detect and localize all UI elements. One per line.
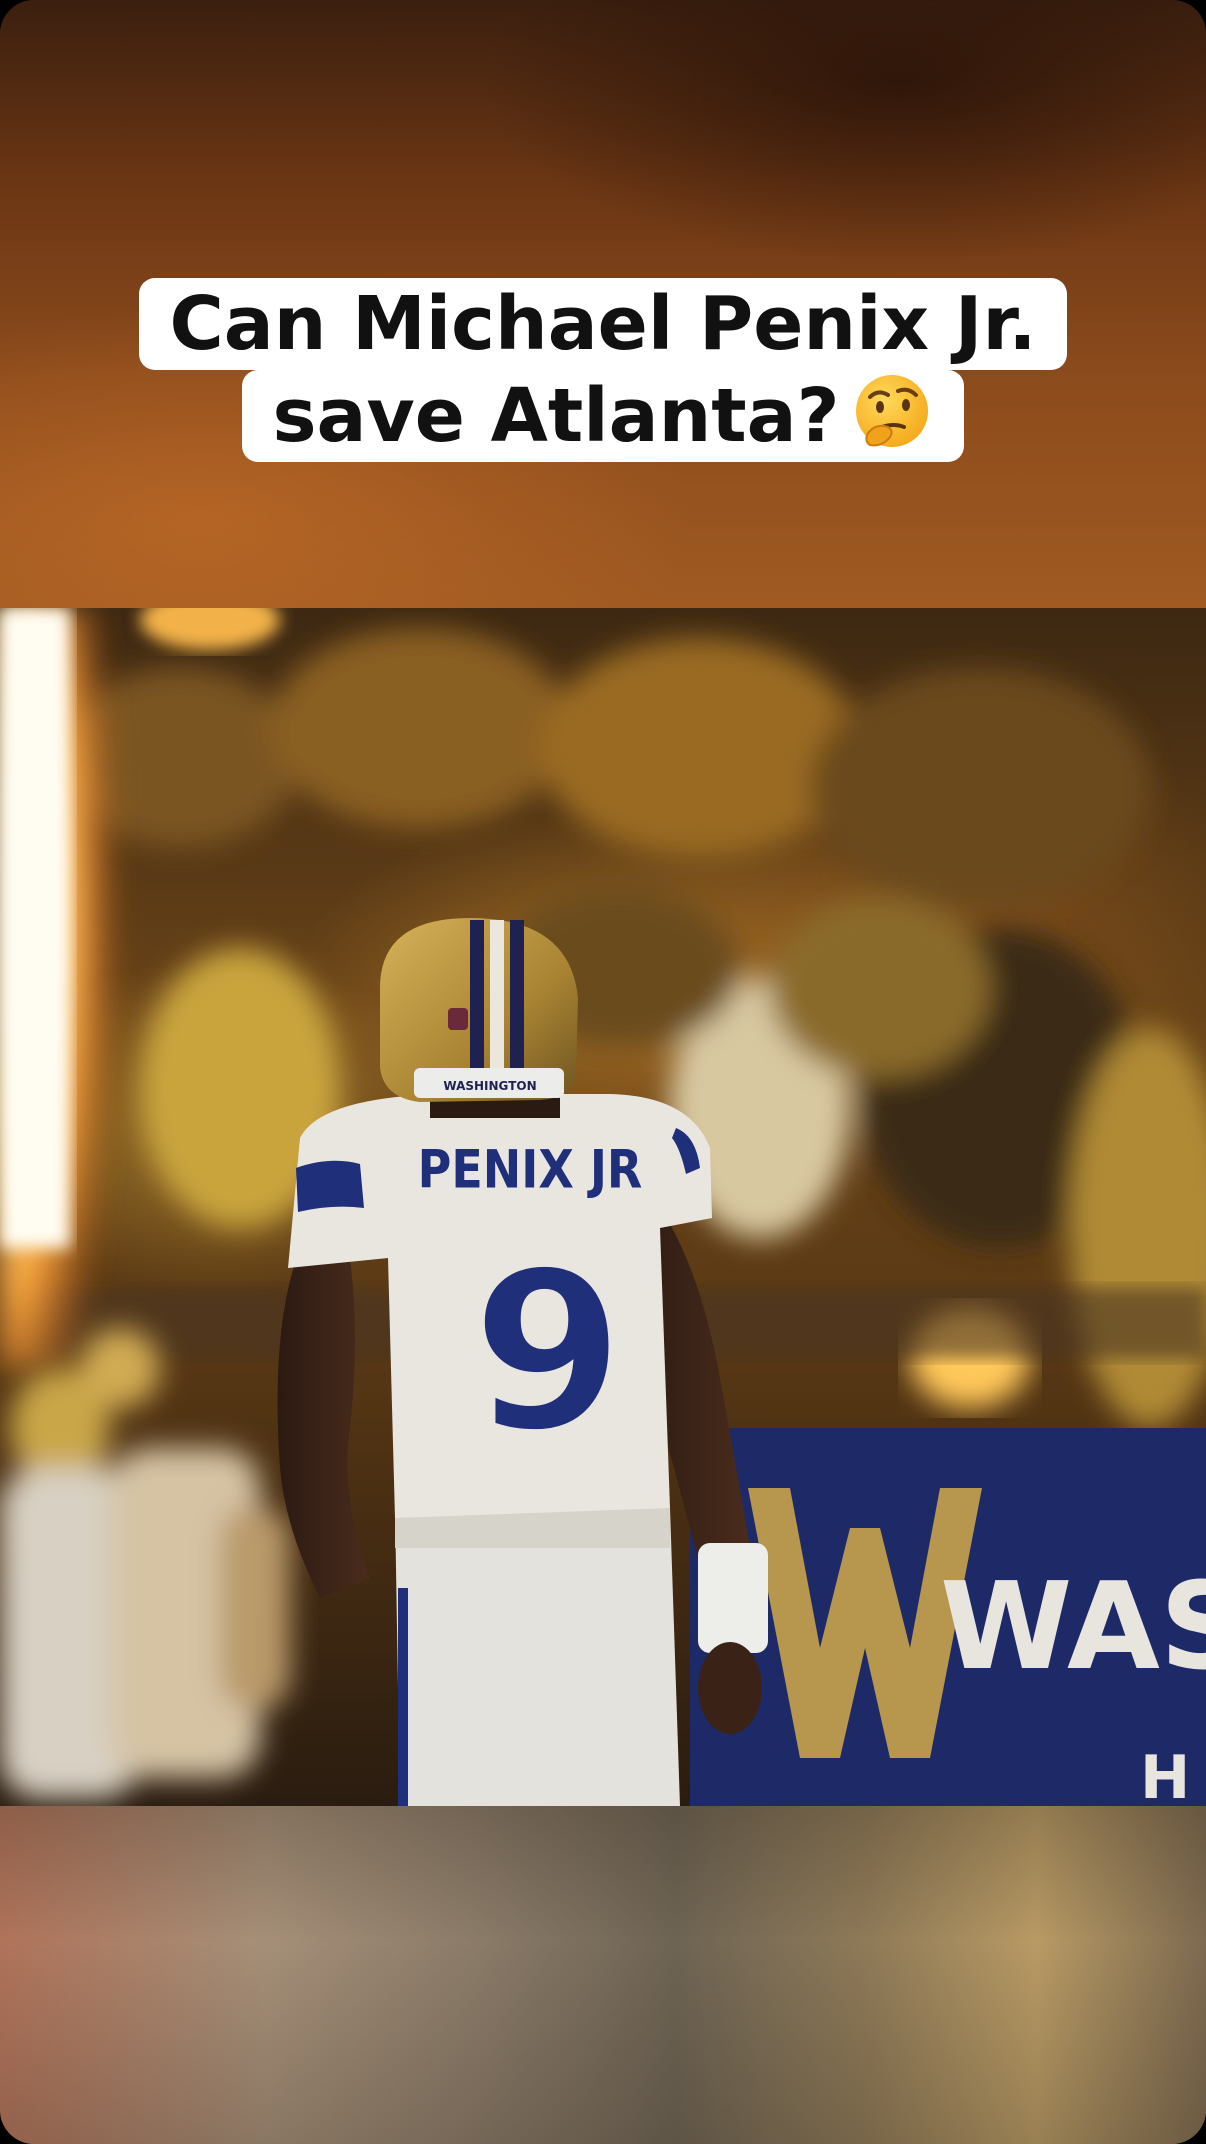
thinking-face-icon <box>855 375 928 447</box>
caption-line-1: Can Michael Penix Jr. <box>139 278 1067 370</box>
video-scene: WAS H PENIX JR 9 WASHINGTON <box>0 608 1206 1806</box>
teammates-blurred <box>0 1328 290 1798</box>
jersey-number: 9 <box>471 1224 624 1480</box>
helmet-text: WASHINGTON <box>443 1079 536 1093</box>
jersey-name: PENIX JR <box>418 1139 643 1201</box>
bottom-blurred-backdrop <box>0 1806 1206 2144</box>
video-frame[interactable]: WAS H PENIX JR 9 WASHINGTON <box>0 608 1206 1806</box>
caption-overlay: Can Michael Penix Jr. save Atlanta? <box>0 278 1206 462</box>
caption-line-2: save Atlanta? <box>242 370 964 462</box>
helmet: WASHINGTON <box>380 918 578 1102</box>
banner-text: WAS <box>940 1558 1206 1697</box>
banner-subtext: H <box>1140 1743 1190 1806</box>
story-screen: Can Michael Penix Jr. save Atlanta? WAS … <box>0 0 1206 2144</box>
caption-line-2-text: save Atlanta? <box>272 373 840 459</box>
